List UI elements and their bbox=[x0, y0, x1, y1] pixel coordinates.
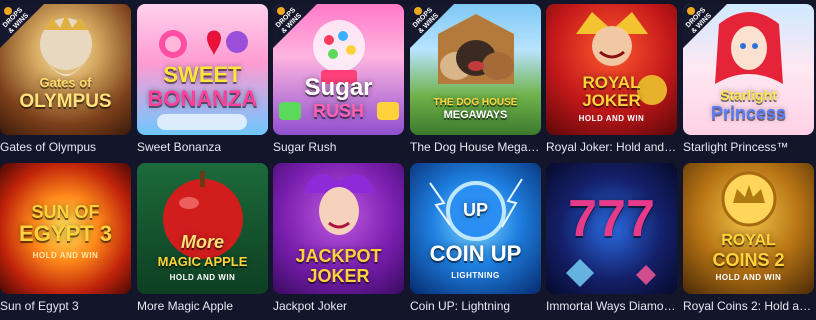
game-thumbnail[interactable]: Starlight Princess DROPS & WINS bbox=[683, 4, 814, 135]
game-tile-gates-of-olympus[interactable]: Gates of OLYMPUS DROPS & WINS Gates of Ol… bbox=[0, 4, 131, 155]
game-title[interactable]: Sugar Rush bbox=[273, 139, 404, 155]
game-tile-starlight-princess[interactable]: Starlight Princess DROPS & WINS Starlight… bbox=[683, 4, 814, 155]
drops-wins-badge: DROPS & WINS bbox=[683, 4, 727, 48]
game-logo-line1: JACKPOT bbox=[295, 246, 382, 266]
game-title[interactable]: Coin UP: Lightning bbox=[410, 298, 541, 314]
game-logo-line1: SUN OF bbox=[31, 202, 100, 222]
drops-wins-badge: DROPS & WINS bbox=[273, 4, 317, 48]
game-thumbnail[interactable]: JACKPOT JOKER bbox=[273, 163, 404, 294]
game-logo-line2: EGYPT 3 bbox=[19, 221, 112, 246]
game-logo-line1: 777 bbox=[568, 190, 655, 248]
game-logo-subtitle: LIGHTNING bbox=[451, 271, 500, 280]
game-thumbnail[interactable]: ROYAL COINS 2 HOLD AND WIN bbox=[683, 163, 814, 294]
game-logo-line2: MAGIC APPLE bbox=[157, 254, 248, 269]
game-logo-line1: ROYAL bbox=[721, 232, 776, 249]
game-title[interactable]: Jackpot Joker bbox=[273, 298, 404, 314]
game-logo-subtitle: HOLD AND WIN bbox=[32, 251, 99, 260]
game-thumbnail[interactable]: Gates of OLYMPUS DROPS & WINS bbox=[0, 4, 131, 135]
game-tile-more-magic-apple[interactable]: More MAGIC APPLE HOLD AND WIN More Magic… bbox=[137, 163, 268, 314]
game-tile-immortal-ways-diamonds[interactable]: 777 Immortal Ways Diamonds bbox=[546, 163, 677, 314]
game-thumbnail[interactable]: THE DOG HOUSE MEGAWAYS DROPS & WINS bbox=[410, 4, 541, 135]
game-title[interactable]: Royal Coins 2: Hold and ... bbox=[683, 298, 814, 314]
game-tile-royal-coins-2[interactable]: ROYAL COINS 2 HOLD AND WIN Royal Coins 2… bbox=[683, 163, 814, 314]
game-logo-badge-text: UP bbox=[462, 200, 488, 220]
game-tile-sweet-bonanza[interactable]: SWEET BONANZA Sweet Bonanza bbox=[137, 4, 268, 155]
game-logo-line2: RUSH bbox=[312, 101, 364, 121]
game-logo-line1: COIN UP bbox=[429, 241, 522, 266]
game-title[interactable]: Sun of Egypt 3 bbox=[0, 298, 131, 314]
game-logo-line1: Gates of bbox=[39, 75, 92, 90]
game-logo-line1: ROYAL bbox=[582, 73, 641, 92]
game-logo-line2: COINS 2 bbox=[712, 250, 785, 270]
game-logo-line1: More bbox=[180, 232, 224, 252]
drops-wins-badge: DROPS & WINS bbox=[0, 4, 44, 48]
game-title[interactable]: Sweet Bonanza bbox=[137, 139, 268, 155]
game-title[interactable]: Royal Joker: Hold and W... bbox=[546, 139, 677, 155]
game-logo-line1: SWEET bbox=[163, 62, 242, 87]
game-tile-coin-up-lightning[interactable]: UP COIN UP LIGHTNING Coin UP: Lightning bbox=[410, 163, 541, 314]
game-title[interactable]: Starlight Princess™ bbox=[683, 139, 814, 155]
game-grid: Gates of OLYMPUS DROPS & WINS Gates of Ol… bbox=[0, 0, 816, 320]
game-logo-subtitle: HOLD AND WIN bbox=[715, 273, 782, 282]
game-thumbnail[interactable]: Sugar RUSH DROPS & WINS bbox=[273, 4, 404, 135]
game-title[interactable]: The Dog House Megaw... bbox=[410, 139, 541, 155]
game-thumbnail[interactable]: SUN OF EGYPT 3 HOLD AND WIN bbox=[0, 163, 131, 294]
game-logo-line2: Princess bbox=[710, 103, 787, 123]
game-title[interactable]: Immortal Ways Diamonds bbox=[546, 298, 677, 314]
game-logo-line2: MEGAWAYS bbox=[443, 109, 508, 121]
game-logo-line2: BONANZA bbox=[147, 86, 258, 111]
game-logo-line2: JOKER bbox=[582, 91, 641, 110]
game-tile-jackpot-joker[interactable]: JACKPOT JOKER Jackpot Joker bbox=[273, 163, 404, 314]
game-title[interactable]: Gates of Olympus bbox=[0, 139, 131, 155]
game-logo-line1: Sugar bbox=[304, 74, 373, 101]
game-logo-subtitle: HOLD AND WIN bbox=[169, 273, 236, 282]
game-thumbnail[interactable]: UP COIN UP LIGHTNING bbox=[410, 163, 541, 294]
drops-wins-badge: DROPS & WINS bbox=[410, 4, 454, 48]
game-thumbnail[interactable]: 777 bbox=[546, 163, 677, 294]
game-logo-subtitle: HOLD AND WIN bbox=[578, 114, 645, 123]
game-logo-line2: OLYMPUS bbox=[19, 91, 112, 112]
game-tile-sun-of-egypt-3[interactable]: SUN OF EGYPT 3 HOLD AND WIN Sun of Egypt… bbox=[0, 163, 131, 314]
game-tile-sugar-rush[interactable]: Sugar RUSH DROPS & WINS Sugar Rush bbox=[273, 4, 404, 155]
game-title[interactable]: More Magic Apple bbox=[137, 298, 268, 314]
game-thumbnail[interactable]: ROYAL JOKER HOLD AND WIN bbox=[546, 4, 677, 135]
game-logo-line1: Starlight bbox=[720, 87, 777, 103]
game-tile-royal-joker[interactable]: ROYAL JOKER HOLD AND WIN Royal Joker: Ho… bbox=[546, 4, 677, 155]
game-logo-line2: JOKER bbox=[307, 266, 370, 286]
game-tile-dog-house-megaways[interactable]: THE DOG HOUSE MEGAWAYS DROPS & WINS The D… bbox=[410, 4, 541, 155]
game-thumbnail[interactable]: More MAGIC APPLE HOLD AND WIN bbox=[137, 163, 268, 294]
game-logo-line1: THE DOG HOUSE bbox=[433, 97, 518, 108]
game-thumbnail[interactable]: SWEET BONANZA bbox=[137, 4, 268, 135]
